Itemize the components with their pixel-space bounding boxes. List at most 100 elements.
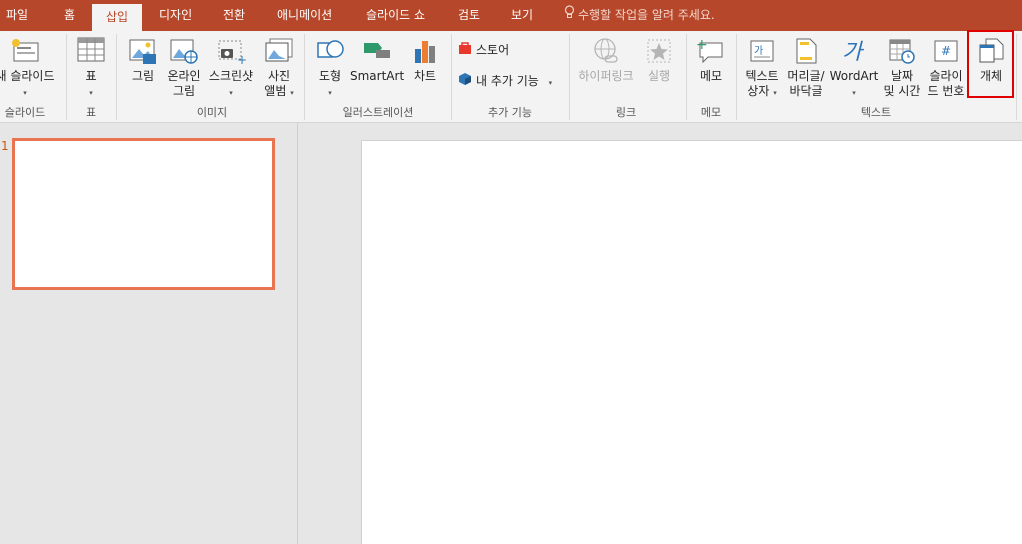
new-slide-label: 새 슬라이드 — [0, 69, 55, 83]
store-button[interactable]: 스토어 — [458, 40, 509, 60]
chart-button[interactable]: 차트 — [406, 31, 444, 107]
tab-review[interactable]: 검토 — [458, 0, 480, 31]
new-slide-icon — [10, 37, 40, 68]
group-divider — [569, 34, 570, 120]
chart-label: 차트 — [413, 69, 437, 83]
wordart-icon: 가 — [839, 37, 869, 68]
photo-album-icon — [264, 37, 294, 68]
screenshot-label: 스크린샷 — [208, 69, 254, 83]
action-button[interactable]: 실행 — [640, 31, 678, 107]
svg-text:+: + — [237, 53, 246, 65]
tell-me-search[interactable]: 수행할 작업을 알려 주세요. — [564, 0, 715, 31]
header-footer-button[interactable]: 머리글/ 바닥글 — [784, 31, 828, 107]
chevron-down-icon: ▾ — [23, 89, 27, 97]
slide-thumbnail[interactable] — [12, 138, 275, 290]
tab-file[interactable]: 파일 — [6, 0, 28, 31]
tab-slideshow[interactable]: 슬라이드 쇼 — [366, 0, 425, 31]
svg-text:가: 가 — [842, 40, 865, 65]
shapes-button[interactable]: 도형 ▾ — [310, 31, 350, 107]
group-divider — [451, 34, 452, 120]
online-pictures-button[interactable]: 온라인 그림 — [164, 31, 204, 107]
slide-canvas[interactable] — [361, 140, 1022, 544]
object-button-highlight — [967, 30, 1014, 98]
textbox-button[interactable]: 가 텍스트 상자 ▾ — [740, 31, 784, 107]
hyperlink-label: 하이퍼링크 — [578, 69, 634, 83]
tell-me-text: 수행할 작업을 알려 주세요. — [578, 8, 715, 22]
group-label-links: 링크 — [615, 106, 637, 119]
photo-album-label-2: 앨범 — [264, 84, 287, 98]
store-icon — [458, 41, 472, 61]
group-divider — [304, 34, 305, 120]
slide-number-label-2: 드 번호 — [927, 84, 965, 98]
ribbon-tab-bar: 파일 홈 삽입 디자인 전환 애니메이션 슬라이드 쇼 검토 보기 수행할 작업… — [0, 0, 1022, 31]
ribbon: 새 슬라이드 ▾ 슬라이드 표 ▾ 표 그림 온라인 그림 + 스크린샷 ▾ 사… — [0, 31, 1022, 123]
comment-button[interactable]: + 메모 — [692, 31, 730, 107]
new-slide-button[interactable]: 새 슬라이드 ▾ — [0, 31, 58, 107]
bar-chart-icon — [411, 37, 439, 68]
wordart-button[interactable]: 가 WordArt ▾ — [828, 31, 880, 107]
group-label-tables: 표 — [85, 106, 97, 119]
date-time-label-2: 및 시간 — [883, 84, 921, 98]
tab-home[interactable]: 홈 — [64, 0, 75, 31]
group-divider — [736, 34, 737, 120]
addins-icon — [458, 72, 472, 92]
textbox-label-1: 텍스트 — [745, 69, 779, 83]
slide-number-button[interactable]: # 슬라이 드 번호 — [924, 31, 968, 107]
lightbulb-icon — [564, 0, 575, 31]
photo-album-label-1: 사진 — [267, 69, 291, 83]
picture-button[interactable]: 그림 — [124, 31, 162, 107]
group-divider — [66, 34, 67, 120]
star-icon — [645, 37, 673, 68]
chevron-down-icon: ▾ — [229, 89, 233, 97]
slide-thumbnail-pane: 1 — [0, 123, 298, 544]
table-label: 표 — [85, 69, 97, 83]
svg-text:+: + — [696, 37, 708, 53]
photo-album-button[interactable]: 사진 앨범 ▾ — [258, 31, 300, 107]
my-addins-button[interactable]: 내 추가 기능 ▾ — [458, 71, 552, 91]
group-label-comments: 메모 — [700, 106, 722, 119]
group-label-slides: 슬라이드 — [4, 106, 46, 119]
smartart-label: SmartArt — [350, 69, 405, 83]
comment-label: 메모 — [699, 69, 723, 83]
header-footer-label-1: 머리글/ — [787, 69, 825, 83]
smartart-button[interactable]: SmartArt — [350, 31, 404, 107]
group-divider — [1016, 34, 1017, 120]
online-picture-label-1: 온라인 — [167, 69, 201, 83]
tab-animations[interactable]: 애니메이션 — [277, 0, 332, 31]
header-footer-icon — [792, 37, 820, 68]
my-addins-label: 내 추가 기능 — [476, 74, 539, 88]
table-icon — [77, 37, 105, 66]
comment-icon: + — [696, 37, 726, 68]
group-label-addins: 추가 기능 — [488, 106, 532, 119]
slide-editing-area — [298, 123, 1022, 544]
tab-view[interactable]: 보기 — [511, 0, 533, 31]
date-time-button[interactable]: 날짜 및 시간 — [880, 31, 924, 107]
slide-number-icon: # — [932, 37, 960, 68]
group-label-illustrations: 일러스트레이션 — [342, 106, 414, 119]
tab-insert[interactable]: 삽입 — [92, 4, 142, 31]
svg-text:가: 가 — [754, 45, 763, 57]
slide-number-indicator: 1 — [1, 139, 9, 153]
group-label-images: 이미지 — [196, 106, 228, 119]
screenshot-button[interactable]: + 스크린샷 ▾ — [206, 31, 256, 107]
table-button[interactable]: 표 ▾ — [72, 31, 110, 107]
chevron-down-icon: ▾ — [852, 89, 856, 97]
slide-number-label-1: 슬라이 — [929, 69, 963, 83]
hyperlink-icon — [591, 37, 621, 68]
shapes-label: 도형 — [318, 69, 342, 83]
chevron-down-icon: ▾ — [89, 89, 93, 97]
screenshot-icon: + — [216, 37, 247, 68]
tab-transitions[interactable]: 전환 — [223, 0, 245, 31]
store-label: 스토어 — [476, 43, 510, 57]
picture-icon — [128, 37, 158, 68]
header-footer-label-2: 바닥글 — [789, 84, 823, 98]
smartart-icon — [362, 37, 392, 68]
chevron-down-icon: ▾ — [773, 89, 777, 97]
svg-text:#: # — [941, 44, 951, 58]
tab-design[interactable]: 디자인 — [159, 0, 192, 31]
chevron-down-icon: ▾ — [328, 89, 332, 97]
hyperlink-button[interactable]: 하이퍼링크 — [574, 31, 638, 107]
group-label-text: 텍스트 — [860, 106, 892, 119]
textbox-icon: 가 — [748, 37, 776, 68]
action-label: 실행 — [647, 69, 671, 83]
